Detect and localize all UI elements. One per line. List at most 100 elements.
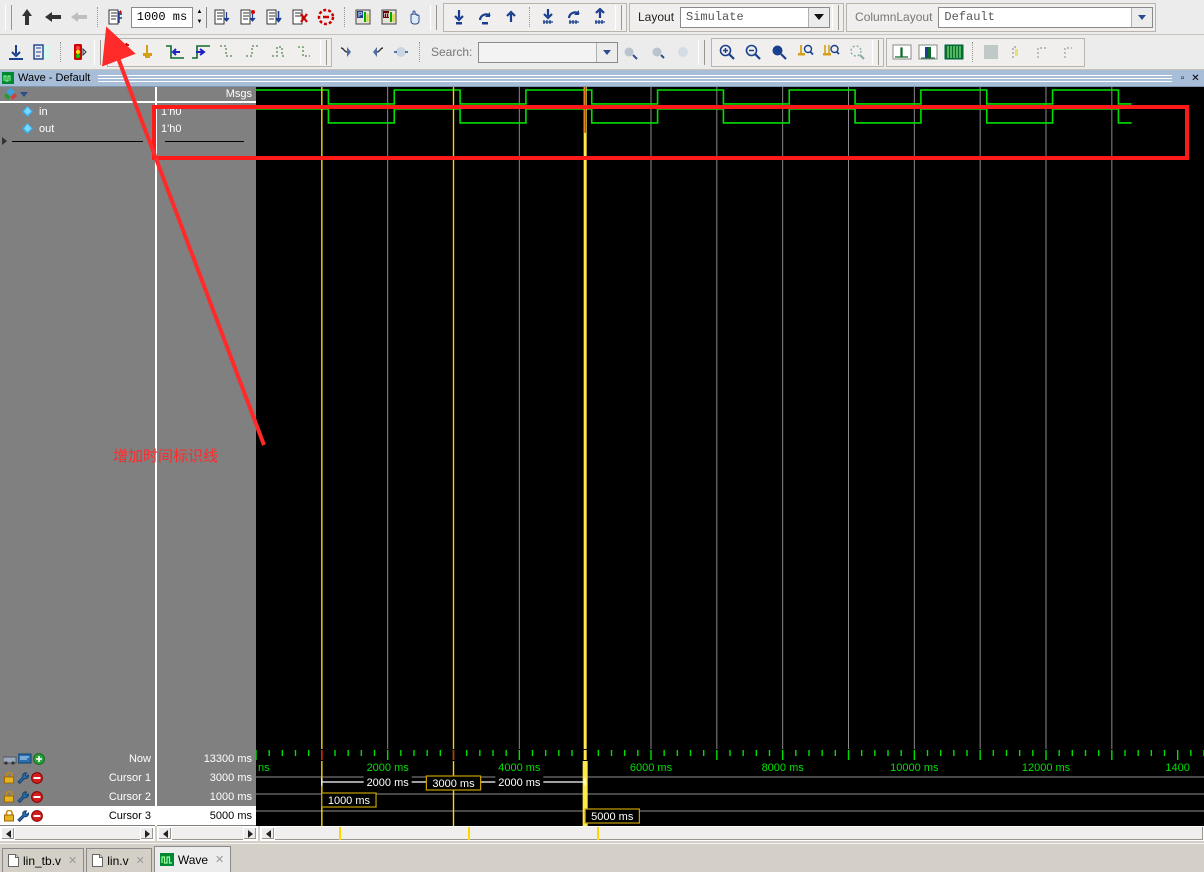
lock-icon[interactable] [3,771,16,784]
names-scroll-track[interactable] [15,827,140,840]
cursor-row-now[interactable]: Now [0,749,155,768]
chevron-down-icon[interactable] [596,42,618,62]
format-2-icon[interactable] [1030,40,1056,65]
run-length-spinner[interactable]: ▲ ▼ [192,6,206,28]
scroll-right-icon[interactable] [140,827,154,840]
time-ruler[interactable]: ns 2000 ms 4000 ms 6000 ms 8000 ms 10000 ms 12… [256,749,1204,826]
traffic-light-icon[interactable] [66,40,92,65]
delete-icon[interactable] [31,771,43,784]
find-rising-edge-icon[interactable] [240,40,266,65]
toolbar-grip[interactable] [430,4,437,30]
wrench-icon[interactable] [17,790,30,803]
chevron-down-icon[interactable] [20,91,28,97]
add-icon[interactable] [33,752,45,765]
delete-cursor-icon[interactable] [136,40,162,65]
lock-icon[interactable] [3,790,16,803]
toolbar-grip[interactable] [698,39,706,65]
spinner-down-icon[interactable]: ▼ [193,17,206,28]
signal-row-in[interactable]: in [0,103,155,120]
scroll-left-icon[interactable] [158,827,172,840]
signal-row-out[interactable]: out [0,120,155,137]
zoom-last-icon[interactable] [844,40,870,65]
tab-close-icon[interactable]: ✕ [215,853,224,866]
toolbar-grip[interactable] [615,4,622,30]
toolbar-grip[interactable] [94,39,101,65]
stop-icon[interactable] [313,5,339,30]
find-falling-edge-icon[interactable] [214,40,240,65]
format-1-icon[interactable] [1004,40,1030,65]
msg-icon[interactable] [18,753,32,765]
delete-icon[interactable] [31,790,43,803]
step-into-icon[interactable] [446,5,472,30]
step-out-instr-icon[interactable] [587,5,613,30]
layout-combo[interactable]: Simulate [680,6,831,28]
zoom-cursor-icon[interactable] [792,40,818,65]
zoom-now-icon[interactable] [3,753,17,765]
insert-cursor-icon[interactable] [110,40,136,65]
waveform-scroll-track[interactable] [275,827,1203,840]
values-scrollbar[interactable] [157,826,258,841]
wave-analog-icon[interactable] [889,40,915,65]
zoom-range-icon[interactable] [818,40,844,65]
radix-icon[interactable] [978,40,1004,65]
find-next-transition-icon[interactable] [188,40,214,65]
memory-icon[interactable]: m [376,5,402,30]
properties-icon[interactable] [29,40,55,65]
lock-icon[interactable] [3,809,16,822]
run-length-doc-icon[interactable] [103,5,129,30]
wave-digital-icon[interactable] [941,40,967,65]
step-into-instr-icon[interactable] [535,5,561,30]
tab-lin-v[interactable]: lin.v ✕ [86,848,152,872]
run-length-field[interactable]: ▲ ▼ [131,6,207,28]
waveform-scrollbar[interactable] [260,826,1204,841]
step-over-instr-icon[interactable] [561,5,587,30]
insert-divider-icon[interactable] [3,40,29,65]
continue-run-icon[interactable] [235,5,261,30]
zoom-full-icon[interactable] [766,40,792,65]
step-out-icon[interactable] [498,5,524,30]
toolbar-grip[interactable] [320,39,327,65]
step-back-icon[interactable] [40,5,66,30]
spinner-up-icon[interactable]: ▲ [193,6,206,17]
delete-icon[interactable] [31,809,43,822]
signal-filter-button[interactable] [0,87,28,101]
zoom-in-icon[interactable] [714,40,740,65]
chevron-down-icon[interactable] [808,7,830,27]
maximize-icon[interactable]: ▫ [1176,72,1189,85]
waveform-canvas[interactable] [256,87,1204,749]
tab-lin_tb-v[interactable]: lin_tb.v ✕ [2,848,85,872]
search-prev-icon[interactable] [336,40,362,65]
columnlayout-combo[interactable]: Default [938,6,1154,28]
find-previous-transition-icon[interactable] [162,40,188,65]
search-clear-icon[interactable] [670,40,696,65]
tab-wave[interactable]: Wave ✕ [153,846,232,872]
find-edge-icon[interactable] [292,40,318,65]
wave-bus-icon[interactable] [915,40,941,65]
wrench-icon[interactable] [17,809,30,822]
toolbar-grip[interactable] [872,39,880,65]
step-over-icon[interactable] [472,5,498,30]
search-all-icon[interactable] [388,40,414,65]
close-icon[interactable]: ✕ [1189,72,1202,85]
hand-icon[interactable] [402,5,428,30]
search-filter-prev-icon[interactable] [618,40,644,65]
step-fade-icon[interactable] [66,5,92,30]
cursor-row-2[interactable]: Cursor 2 [0,787,155,806]
cursor-row-1[interactable]: Cursor 1 [0,768,155,787]
find-any-edge-icon[interactable] [266,40,292,65]
search-next-icon[interactable] [362,40,388,65]
zoom-out-icon[interactable] [740,40,766,65]
cursor-row-3[interactable]: Cursor 3 [0,806,155,825]
step-up-icon[interactable] [14,5,40,30]
profile-icon[interactable]: P [350,5,376,30]
values-scroll-track[interactable] [172,827,243,840]
tab-close-icon[interactable]: ✕ [136,854,145,867]
toolbar-grip[interactable] [5,4,12,30]
search-combo[interactable] [478,41,619,63]
chevron-down-icon[interactable] [1131,7,1153,27]
tab-close-icon[interactable]: ✕ [68,854,77,867]
toolbar-grip[interactable] [832,4,840,30]
break-icon[interactable] [287,5,313,30]
run-all-icon[interactable] [261,5,287,30]
format-3-icon[interactable] [1056,40,1082,65]
